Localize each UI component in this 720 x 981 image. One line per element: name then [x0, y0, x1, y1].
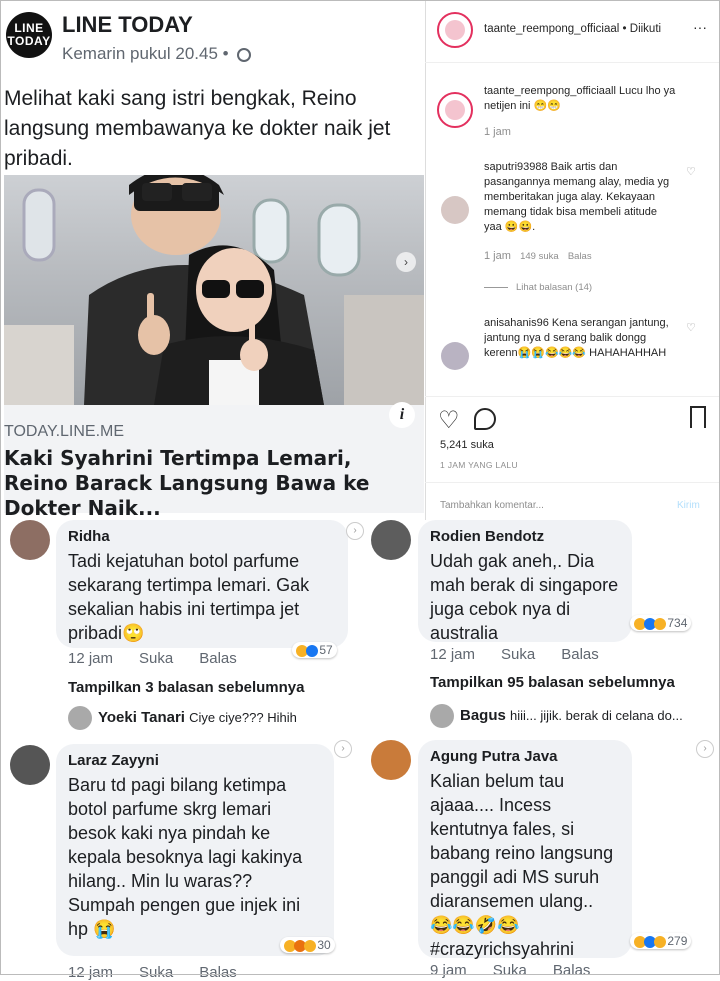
commenter-avatar[interactable] [371, 520, 411, 560]
reply-preview[interactable]: Bagus hiii... jijik. berak di celana do.… [430, 704, 715, 728]
post-timestamp[interactable]: Kemarin pukul 20.45 • [62, 44, 252, 64]
instagram-header: taante_reempong_officiaal • Diikuti [484, 23, 662, 35]
wow-icon [654, 935, 666, 948]
divider [425, 396, 720, 397]
reaction-count[interactable]: 57 [292, 642, 337, 658]
comment-actions: 12 jam Suka Balas [68, 964, 237, 981]
instagram-avatar[interactable] [437, 12, 473, 48]
chevron-right-icon[interactable]: › [696, 740, 714, 758]
instagram-comment: taante_reempong_officiaall Lucu lho ya n… [484, 85, 676, 112]
show-replies-link[interactable]: Tampilkan 3 balasan sebelumnya [68, 679, 304, 696]
commenter-avatar[interactable] [10, 520, 50, 560]
reply-avatar [430, 704, 454, 728]
comment-meta: 1 jam 149 suka Balas [484, 250, 592, 262]
likes-count[interactable]: 5,241 suka [440, 438, 494, 453]
info-icon[interactable]: i [389, 402, 415, 428]
comment-avatar[interactable] [441, 342, 469, 370]
comment-icon[interactable] [474, 408, 496, 430]
view-replies[interactable]: Lihat balasan (14) [484, 282, 592, 293]
reply-preview[interactable]: Yoeki Tanari Ciye ciye??? Hihih [68, 706, 297, 730]
heart-icon[interactable]: ♡ [686, 321, 696, 334]
couple-photo-illustration [4, 175, 424, 405]
commenter-avatar[interactable] [10, 745, 50, 785]
comment-actions: 12 jam Suka Balas [68, 650, 237, 667]
comment-bubble: Laraz Zayyni Baru td pagi bilang ketimpa… [56, 744, 334, 956]
divider [425, 62, 720, 63]
wow-icon [654, 617, 666, 630]
reaction-count[interactable]: 279 [630, 933, 692, 949]
show-replies-link[interactable]: Tampilkan 95 balasan sebelumnya [430, 674, 675, 691]
heart-icon[interactable]: ♡ [686, 165, 696, 178]
comment-bubble: Rodien Bendotz Udah gak aneh,. Dia mah b… [418, 520, 632, 643]
link-title[interactable]: Kaki Syahrini Tertimpa Lemari, Reino Bar… [4, 446, 404, 521]
chevron-right-icon[interactable]: › [334, 740, 352, 758]
reaction-count[interactable]: 30 [280, 937, 335, 953]
like-icon [306, 644, 318, 657]
comment-actions: 12 jam Suka Balas [430, 646, 599, 663]
bookmark-icon[interactable] [690, 406, 706, 428]
instagram-comment: anisahanis96 Kena serangan jantung, jant… [484, 317, 669, 359]
post-caption: Melihat kaki sang istri bengkak, Reino l… [4, 87, 391, 170]
divider [425, 482, 720, 483]
wow-icon [304, 939, 316, 952]
comment-avatar[interactable] [441, 196, 469, 224]
like-heart-icon[interactable]: ♡ [438, 406, 460, 435]
more-options-icon[interactable]: ··· [693, 20, 707, 35]
comment-bubble: Ridha Tadi kejatuhan botol parfume sekar… [56, 520, 348, 648]
comment-actions: 9 jam Suka Balas [430, 962, 591, 979]
reply-avatar [68, 706, 92, 730]
post-age: 1 JAM YANG LALU [440, 460, 518, 470]
comment-avatar[interactable] [437, 92, 473, 128]
comment-bubble: Agung Putra Java Kalian belum tau ajaaa.… [418, 740, 632, 959]
instagram-comment: saputri93988 Baik artis dan pasangannya … [484, 161, 670, 233]
chevron-right-icon[interactable]: › [346, 522, 364, 540]
add-comment-input[interactable]: Tambahkan komentar... [440, 500, 544, 511]
comment-time: 1 jam [484, 126, 511, 138]
link-domain: TODAY.LINE.ME [4, 423, 125, 440]
page-name[interactable]: LINE TODAY [62, 12, 193, 38]
reaction-count[interactable]: 734 [630, 615, 692, 631]
send-button[interactable]: Kirim [677, 500, 700, 511]
globe-icon [237, 47, 252, 62]
next-photo-button[interactable]: › [396, 252, 416, 272]
line-today-logo[interactable]: LINE TODAY [6, 12, 52, 58]
facebook-post: LINE TODAY LINE TODAY Kemarin pukul 20.4… [0, 0, 425, 520]
post-photo[interactable] [4, 175, 424, 405]
commenter-avatar[interactable] [371, 740, 411, 780]
